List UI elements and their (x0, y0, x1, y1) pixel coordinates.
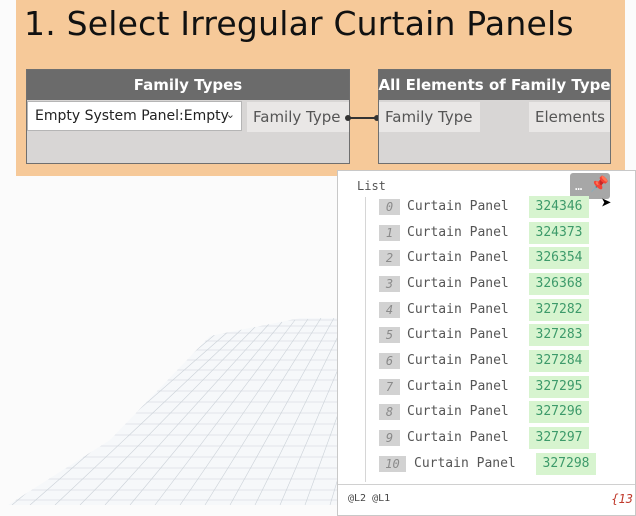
item-name: Curtain Panel (407, 379, 509, 394)
item-name: Curtain Panel (407, 302, 509, 317)
element-id[interactable]: 327282 (529, 299, 589, 321)
item-name: Curtain Panel (407, 199, 509, 214)
element-id[interactable]: 327296 (529, 401, 589, 423)
node-title[interactable]: Family Types (27, 70, 349, 100)
list-header: List (357, 179, 386, 193)
item-name: Curtain Panel (407, 404, 509, 419)
list-levels[interactable]: @L2 @L1 (348, 493, 390, 504)
item-index: 2 (379, 250, 400, 266)
element-id[interactable]: 324373 (529, 222, 589, 244)
item-index: 5 (379, 327, 400, 343)
element-id[interactable]: 327295 (529, 376, 589, 398)
item-index: 3 (379, 276, 400, 292)
item-index: 4 (379, 302, 400, 318)
item-name: Curtain Panel (407, 353, 509, 368)
item-index: 0 (379, 199, 400, 215)
element-id[interactable]: 327283 (529, 324, 589, 346)
family-type-dropdown[interactable]: Empty System Panel:Empty ⌄ (27, 101, 242, 131)
item-index: 10 (379, 456, 406, 472)
item-index: 9 (379, 430, 400, 446)
item-index: 7 (379, 379, 400, 395)
mouse-cursor-icon: ➤ (601, 193, 612, 214)
output-port-elements[interactable]: Elements (529, 102, 610, 132)
item-index: 6 (379, 353, 400, 369)
input-port-family-type[interactable]: Family Type (379, 102, 480, 132)
dropdown-value: Empty System Panel:Empty (35, 108, 229, 124)
element-id[interactable]: 326368 (529, 273, 589, 295)
element-id[interactable]: 327298 (536, 453, 596, 475)
element-id[interactable]: 327284 (529, 350, 589, 372)
group-title[interactable]: 1. Select Irregular Curtain Panels (24, 4, 574, 43)
chevron-down-icon: ⌄ (225, 108, 235, 121)
element-id[interactable]: 326354 (529, 247, 589, 269)
preview-footer: @L2 @L1 {13 (338, 484, 635, 515)
element-id[interactable]: 327297 (529, 427, 589, 449)
item-name: Curtain Panel (407, 430, 509, 445)
pin-icon: 📌 (590, 175, 609, 193)
item-name: Curtain Panel (407, 225, 509, 240)
item-name: Curtain Panel (414, 456, 516, 471)
item-name: Curtain Panel (407, 276, 509, 291)
output-port-family-type[interactable]: Family Type (247, 102, 349, 132)
item-name: Curtain Panel (407, 327, 509, 342)
more-dots: … (575, 179, 583, 193)
tree-guide-line (365, 197, 366, 482)
node-title[interactable]: All Elements of Family Type (378, 70, 611, 100)
item-count: {13 (611, 492, 633, 506)
element-id[interactable]: 324346 (529, 196, 589, 218)
output-connector-dot (345, 115, 351, 121)
node-preview-list[interactable]: List … 📌 ➤ 0 Curtain Panel 324346 1 Curt… (337, 170, 636, 516)
item-index: 8 (379, 404, 400, 420)
item-index: 1 (379, 225, 400, 241)
item-name: Curtain Panel (407, 250, 509, 265)
